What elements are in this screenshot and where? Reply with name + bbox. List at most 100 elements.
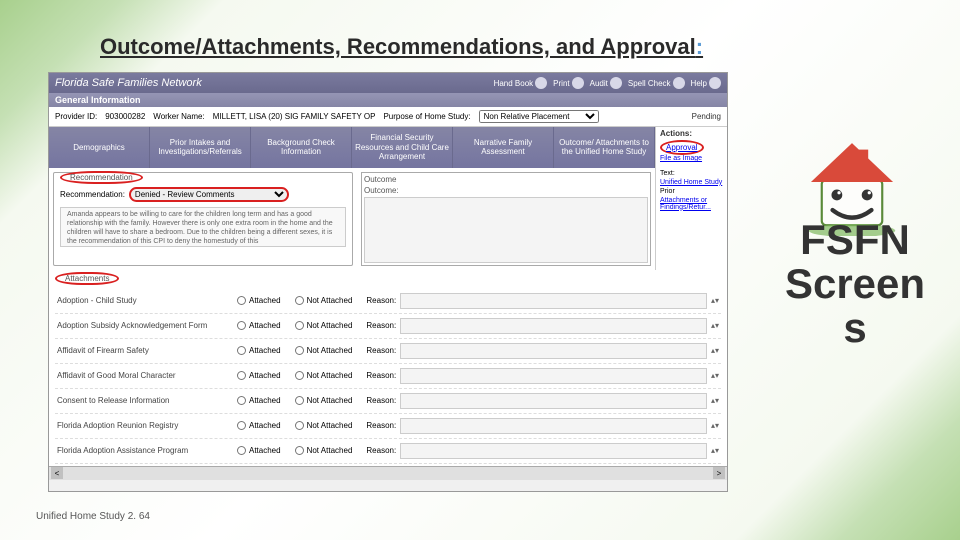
attachment-name: Affidavit of Good Moral Character <box>57 371 237 380</box>
print-tool[interactable]: Print <box>553 77 583 89</box>
table-row: Adoption Subsidy Acknowledgement FormAtt… <box>55 314 721 339</box>
horizontal-scrollbar[interactable]: < > <box>49 466 727 480</box>
not-attached-radio[interactable]: Not Attached <box>295 396 353 405</box>
attachment-name: Florida Adoption Assistance Program <box>57 446 237 455</box>
spellcheck-tool[interactable]: Spell Check <box>628 77 685 89</box>
slide-footer: Unified Home Study 2. 64 <box>36 511 150 522</box>
actions-panel: Actions: Approval File as Image <box>655 127 727 168</box>
scroll-nub-icon[interactable]: ▴▾ <box>711 346 719 355</box>
purpose-select[interactable]: Non Relative Placement <box>479 110 599 123</box>
scroll-left-icon[interactable]: < <box>51 467 63 479</box>
reason-label: Reason: <box>366 346 396 355</box>
attached-radio[interactable]: Attached <box>237 421 281 430</box>
reason-input[interactable] <box>400 293 707 309</box>
audit-icon <box>610 77 622 89</box>
not-attached-radio[interactable]: Not Attached <box>295 346 353 355</box>
text-label: Text: <box>660 170 723 177</box>
attached-radio[interactable]: Attached <box>237 396 281 405</box>
file-image-link[interactable]: File as Image <box>660 155 723 162</box>
reason-label: Reason: <box>366 371 396 380</box>
reason-input[interactable] <box>400 318 707 334</box>
attached-radio[interactable]: Attached <box>237 446 281 455</box>
tab-background[interactable]: Background Check Information <box>251 127 352 168</box>
side-links: Text: Unified Home Study Prior Attachmen… <box>655 168 727 270</box>
recommendation-panel: Recommendation Recommendation: Denied - … <box>53 172 353 266</box>
app-brand: Florida Safe Families Network <box>55 77 202 89</box>
reason-label: Reason: <box>366 321 396 330</box>
not-attached-radio[interactable]: Not Attached <box>295 446 353 455</box>
not-attached-radio[interactable]: Not Attached <box>295 371 353 380</box>
app-header: Florida Safe Families Network Hand Book … <box>49 73 727 93</box>
scroll-right-icon[interactable]: > <box>713 467 725 479</box>
recommendation-legend: Recommendation <box>60 171 143 184</box>
reason-input[interactable] <box>400 393 707 409</box>
tab-demographics[interactable]: Demographics <box>49 127 150 168</box>
worker-label: Worker Name: <box>153 112 204 121</box>
slide-title: Outcome/Attachments, Recommendations, an… <box>100 34 703 60</box>
tab-outcome[interactable]: Outcome/ Attachments to the Unified Home… <box>554 127 655 168</box>
not-attached-radio[interactable]: Not Attached <box>295 296 353 305</box>
worker-value: MILLETT, LISA (20) SIG FAMILY SAFETY OP <box>213 112 376 121</box>
spellcheck-icon <box>673 77 685 89</box>
scroll-nub-icon[interactable]: ▴▾ <box>711 421 719 430</box>
table-row: Florida Adoption Reunion RegistryAttache… <box>55 414 721 439</box>
scroll-nub-icon[interactable]: ▴▾ <box>711 371 719 380</box>
scroll-nub-icon[interactable]: ▴▾ <box>711 396 719 405</box>
attachments-table: Adoption - Child StudyAttachedNot Attach… <box>55 289 721 464</box>
provider-id-label: Provider ID: <box>55 112 97 121</box>
reason-label: Reason: <box>366 421 396 430</box>
tab-financial[interactable]: Financial Security Resources and Child C… <box>352 127 453 168</box>
link-unified-home-study[interactable]: Unified Home Study <box>660 179 723 186</box>
reason-input[interactable] <box>400 443 707 459</box>
info-bar: Provider ID: 903000282 Worker Name: MILL… <box>49 107 727 127</box>
outcome-legend: Outcome <box>364 175 648 184</box>
attached-radio[interactable]: Attached <box>237 371 281 380</box>
not-attached-radio[interactable]: Not Attached <box>295 421 353 430</box>
recommendation-narrative[interactable]: Amanda appears to be willing to care for… <box>60 207 346 247</box>
tab-bar: Demographics Prior Intakes and Investiga… <box>49 127 655 168</box>
attached-radio[interactable]: Attached <box>237 296 281 305</box>
reason-input[interactable] <box>400 343 707 359</box>
recommendation-select[interactable]: Denied - Review Comments <box>129 187 289 202</box>
toolbar: Hand Book Print Audit Spell Check Help <box>494 77 721 89</box>
table-row: Affidavit of Firearm SafetyAttached Not A… <box>55 339 721 364</box>
prior-label: Prior <box>660 188 723 195</box>
help-icon <box>709 77 721 89</box>
handbook-tool[interactable]: Hand Book <box>494 77 548 89</box>
help-tool[interactable]: Help <box>691 77 721 89</box>
app-screenshot: Florida Safe Families Network Hand Book … <box>48 72 728 492</box>
tab-narrative[interactable]: Narrative Family Assessment <box>453 127 554 168</box>
attachments-panel: Attachments Adoption - Child StudyAttach… <box>49 270 727 466</box>
link-attachments-findings[interactable]: Attachments or Findings/Retur... <box>660 197 723 211</box>
reason-label: Reason: <box>366 296 396 305</box>
actions-header: Actions: <box>660 129 723 138</box>
status-value: Pending <box>692 112 721 121</box>
attachment-name: Consent to Release Information <box>57 396 237 405</box>
tab-prior-intakes[interactable]: Prior Intakes and Investigations/Referra… <box>150 127 251 168</box>
attachment-name: Adoption - Child Study <box>57 296 237 305</box>
fsfn-screens-label: FSFN Screen s <box>770 218 940 350</box>
general-info-header: General Information <box>49 93 727 107</box>
audit-tool[interactable]: Audit <box>590 77 622 89</box>
table-row: Adoption - Child StudyAttached Not Attach… <box>55 289 721 314</box>
attachment-name: Affidavit of Firearm Safety <box>57 346 237 355</box>
attachment-name: Adoption Subsidy Acknowledgement Form <box>57 321 237 330</box>
attachment-name: Florida Adoption Reunion Registry <box>57 421 237 430</box>
reason-label: Reason: <box>366 396 396 405</box>
handbook-icon <box>535 77 547 89</box>
attached-radio[interactable]: Attached <box>237 346 281 355</box>
title-text: Outcome/Attachments, Recommendations, an… <box>100 34 696 59</box>
approval-link[interactable]: Approval <box>660 140 704 155</box>
reason-label: Reason: <box>366 446 396 455</box>
scroll-nub-icon[interactable]: ▴▾ <box>711 321 719 330</box>
recommendation-label: Recommendation: <box>60 190 125 199</box>
reason-input[interactable] <box>400 368 707 384</box>
scroll-nub-icon[interactable]: ▴▾ <box>711 296 719 305</box>
table-row: Affidavit of Good Moral CharacterAttache… <box>55 364 721 389</box>
reason-input[interactable] <box>400 418 707 434</box>
outcome-label: Outcome: <box>364 186 648 195</box>
attached-radio[interactable]: Attached <box>237 321 281 330</box>
outcome-textarea[interactable] <box>364 197 648 263</box>
scroll-nub-icon[interactable]: ▴▾ <box>711 446 719 455</box>
not-attached-radio[interactable]: Not Attached <box>295 321 353 330</box>
